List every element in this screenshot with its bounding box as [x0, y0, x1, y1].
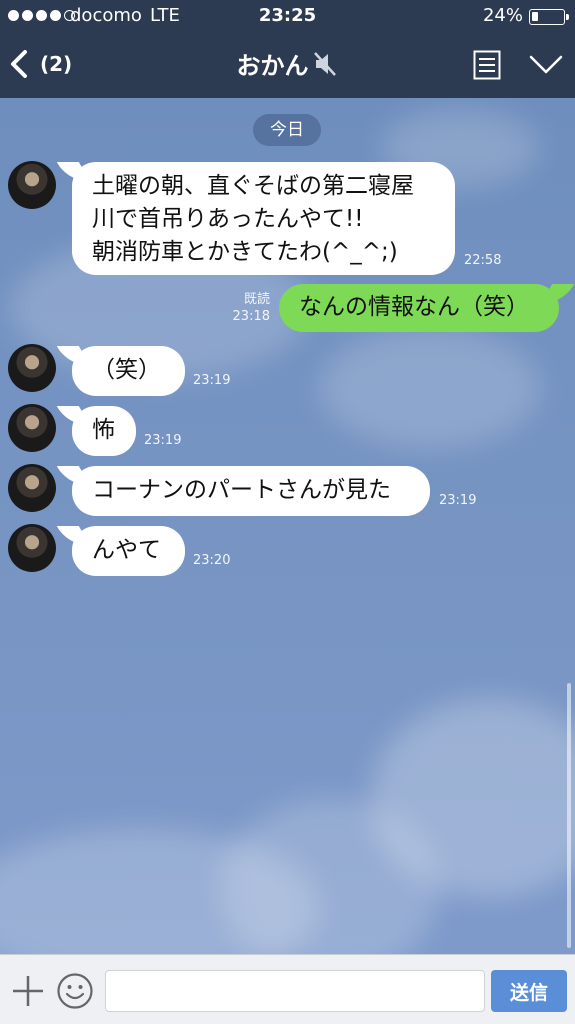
menu-icon — [473, 50, 501, 80]
contact-avatar[interactable] — [8, 161, 56, 209]
message-time: 22:58 — [464, 253, 502, 268]
attach-button[interactable] — [10, 973, 46, 1013]
message-bubble-incoming[interactable]: 土曜の朝、直ぐそばの第二寝屋 川で首吊りあったんやて!! 朝消防車とかきてたわ(… — [72, 162, 455, 275]
chat-header: (2) おかん — [0, 32, 575, 98]
contact-avatar[interactable] — [8, 344, 56, 392]
contact-avatar[interactable] — [8, 404, 56, 452]
contact-avatar[interactable] — [8, 524, 56, 572]
plus-icon — [13, 976, 43, 1006]
message-bubble-incoming[interactable]: 怖 — [72, 406, 136, 456]
message-bubble-incoming[interactable]: （笑） — [72, 346, 185, 396]
message-input[interactable] — [105, 970, 485, 1012]
message-time: 23:19 — [439, 493, 477, 508]
scrollbar[interactable] — [567, 683, 571, 948]
message-time: 23:19 — [144, 433, 182, 448]
message-time: 23:18 — [232, 309, 270, 324]
sticker-button[interactable] — [56, 972, 94, 1014]
message-time: 23:20 — [193, 553, 231, 568]
battery-percent: 24% — [482, 5, 523, 26]
message-bubble-incoming[interactable]: んやて — [72, 526, 185, 576]
speaker-muted-icon — [313, 51, 336, 76]
status-bar: docomo LTE 23:25 24% — [0, 0, 575, 32]
battery-icon — [529, 9, 569, 25]
chevron-down-icon — [529, 55, 563, 74]
date-separator: 今日 — [253, 114, 321, 146]
smiley-icon — [57, 973, 93, 1009]
message-time: 23:19 — [193, 373, 231, 388]
message-bubble-outgoing[interactable]: なんの情報なん（笑） — [279, 284, 559, 332]
message-input-bar: 送信 — [0, 954, 575, 1024]
contact-avatar[interactable] — [8, 464, 56, 512]
read-receipt: 既読 — [243, 292, 270, 307]
collapse-button[interactable] — [529, 54, 563, 80]
send-button[interactable]: 送信 — [491, 970, 567, 1012]
message-bubble-incoming[interactable]: コーナンのパートさんが見た — [72, 466, 430, 516]
menu-button[interactable] — [473, 50, 501, 84]
message-list[interactable]: 今日 土曜の朝、直ぐそばの第二寝屋 川で首吊りあったんやて!! 朝消防車とかきて… — [0, 98, 575, 954]
chat-title: おかん — [236, 52, 309, 80]
